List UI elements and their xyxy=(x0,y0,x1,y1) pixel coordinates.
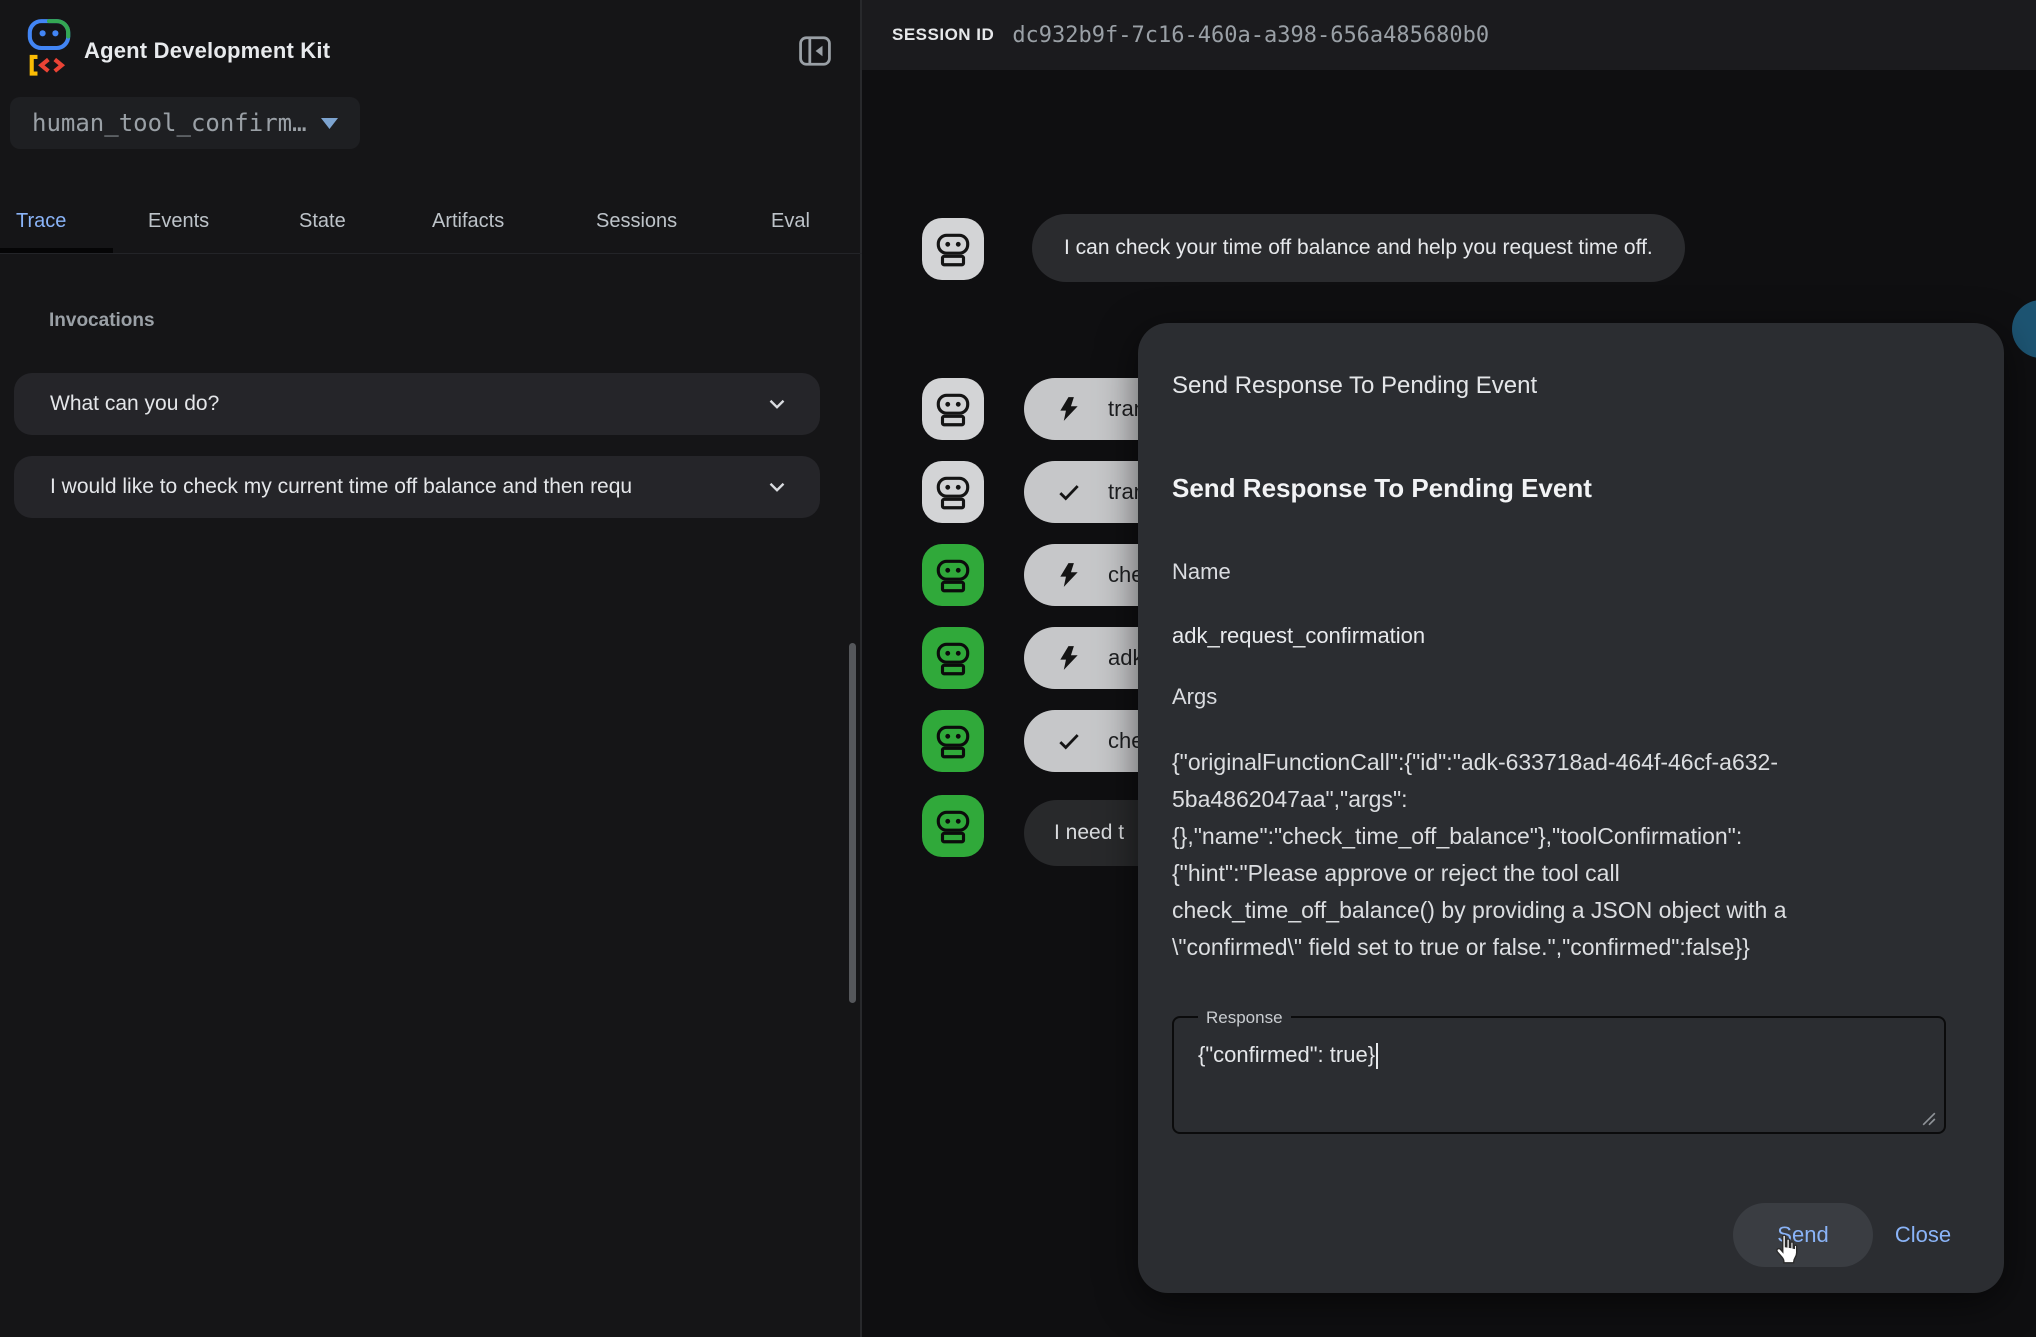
tab-state[interactable]: State xyxy=(299,210,346,233)
check-icon xyxy=(1056,728,1082,754)
tab-events[interactable]: Events xyxy=(148,210,209,233)
session-id-value: dc932b9f-7c16-460a-a398-656a485680b0 xyxy=(1012,23,1489,48)
robot-icon xyxy=(932,720,974,762)
dialog-heading: Send Response To Pending Event xyxy=(1172,473,1592,504)
bot-avatar xyxy=(922,461,984,523)
args-label: Args xyxy=(1172,684,1217,710)
robot-icon xyxy=(932,805,974,847)
invocation-item-1[interactable]: What can you do? xyxy=(14,373,820,435)
send-button[interactable]: Send xyxy=(1733,1203,1873,1267)
adk-logo-icon xyxy=(20,16,78,80)
collapse-panel-icon[interactable] xyxy=(798,36,832,66)
close-button[interactable]: Close xyxy=(1880,1203,1966,1267)
tab-eval[interactable]: Eval xyxy=(771,210,810,233)
sidebar: Agent Development Kit human_tool_confirm… xyxy=(0,0,862,1337)
tabbar: Trace Events State Artifacts Sessions Ev… xyxy=(0,196,862,258)
app-window: Agent Development Kit human_tool_confirm… xyxy=(0,0,2036,1337)
response-field-value: {"confirmed": true} xyxy=(1198,1042,1378,1069)
robot-icon xyxy=(932,388,974,430)
dropdown-caret-icon xyxy=(321,118,338,129)
response-field-label: Response xyxy=(1198,1008,1291,1028)
agent-select-value: human_tool_confirm… xyxy=(32,109,311,137)
agent-select-dropdown[interactable]: human_tool_confirm… xyxy=(10,97,360,149)
invocations-title: Invocations xyxy=(49,310,155,332)
agent-avatar xyxy=(922,710,984,772)
agent-avatar xyxy=(922,627,984,689)
app-title: Agent Development Kit xyxy=(84,38,330,64)
tab-sessions[interactable]: Sessions xyxy=(596,210,677,233)
robot-icon xyxy=(932,637,974,679)
agent-avatar xyxy=(922,544,984,606)
invocation-item-2[interactable]: I would like to check my current time of… xyxy=(14,456,820,518)
session-bar: SESSION ID dc932b9f-7c16-460a-a398-656a4… xyxy=(862,0,2036,70)
bolt-icon xyxy=(1056,396,1082,422)
bot-avatar xyxy=(922,378,984,440)
chevron-down-icon[interactable] xyxy=(764,391,790,417)
session-id-label: SESSION ID xyxy=(892,25,994,45)
text-caret xyxy=(1376,1043,1378,1069)
sidebar-scrollbar-thumb[interactable] xyxy=(849,643,856,1003)
dialog-actions: Send Close xyxy=(1138,1203,1970,1267)
check-icon xyxy=(1056,479,1082,505)
name-label: Name xyxy=(1172,559,1231,585)
invocation-text: What can you do? xyxy=(50,392,750,416)
robot-icon xyxy=(932,554,974,596)
bot-message-bubble: I can check your time off balance and he… xyxy=(1032,214,1685,282)
invocation-text: I would like to check my current time of… xyxy=(50,475,750,499)
resize-handle-icon[interactable] xyxy=(1922,1112,1936,1126)
chevron-down-icon[interactable] xyxy=(764,474,790,500)
response-textarea[interactable]: Response {"confirmed": true} xyxy=(1172,1016,1946,1134)
tab-artifacts[interactable]: Artifacts xyxy=(432,210,504,233)
agent-avatar xyxy=(922,795,984,857)
args-value: {"originalFunctionCall":{"id":"adk-63371… xyxy=(1172,744,1872,966)
tabbar-divider xyxy=(0,253,862,254)
bolt-icon xyxy=(1056,562,1082,588)
robot-icon xyxy=(932,228,974,270)
send-response-dialog: Send Response To Pending Event Send Resp… xyxy=(1138,323,2004,1293)
name-value: adk_request_confirmation xyxy=(1172,623,1425,649)
tab-trace[interactable]: Trace xyxy=(16,210,66,233)
bot-avatar xyxy=(922,218,984,280)
robot-icon xyxy=(932,471,974,513)
bolt-icon xyxy=(1056,645,1082,671)
dialog-title: Send Response To Pending Event xyxy=(1172,372,1537,400)
